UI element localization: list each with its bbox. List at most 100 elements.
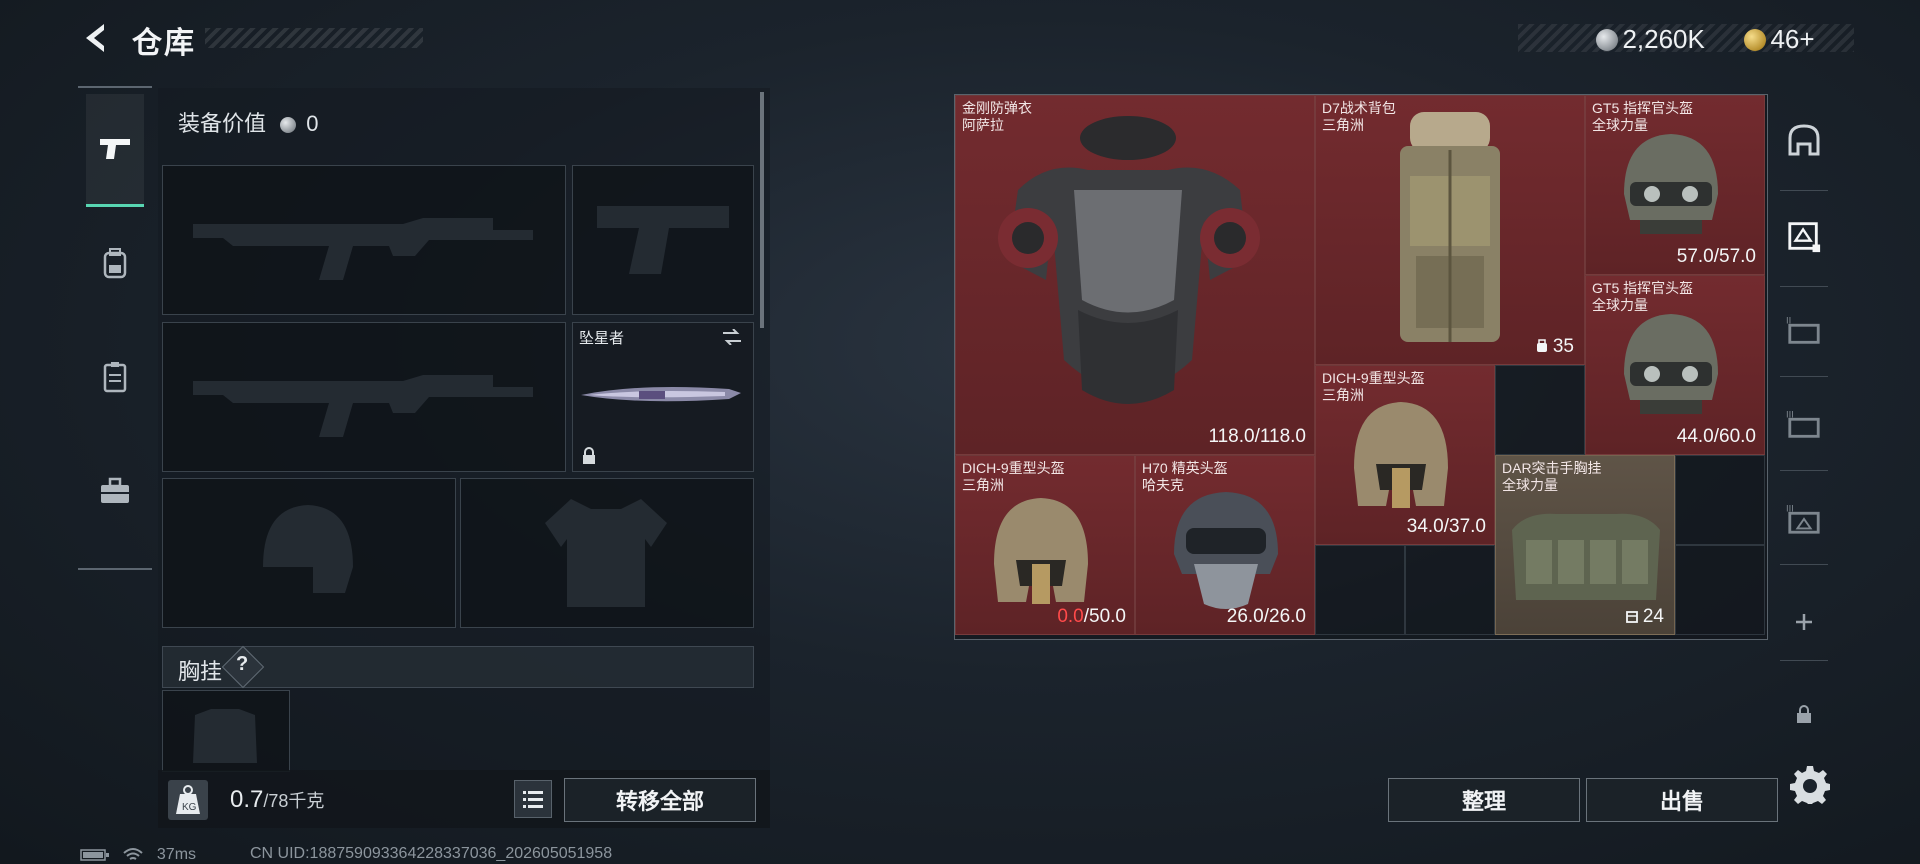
primary-weapon-slot[interactable]	[162, 165, 566, 315]
rail-divider	[1780, 190, 1828, 191]
melee-name: 坠星者	[579, 330, 625, 347]
armor-silhouette-icon	[545, 499, 667, 607]
item-name: DAR突击手胸挂 全球力量	[1502, 460, 1602, 493]
gold-coin-icon	[1744, 28, 1766, 51]
storage-cell[interactable]	[1495, 365, 1585, 455]
rail-divider	[78, 568, 152, 570]
category-rail	[78, 86, 152, 570]
vest-icon	[103, 362, 127, 393]
pistol-icon	[100, 139, 130, 159]
storage-tab-3[interactable]: III	[1786, 406, 1822, 442]
briefcase-icon	[101, 477, 129, 503]
item-helmet-gt5[interactable]: GT5 指挥官头盔 全球力量 57.0/57.0	[1585, 95, 1765, 275]
arch-icon	[1788, 124, 1820, 156]
item-helmet-dich9[interactable]: DICH-9重型头盔 三角洲 34.0/37.0	[1315, 365, 1495, 545]
pistol-silhouette-icon	[597, 206, 729, 274]
sell-button[interactable]: 出售	[1586, 778, 1778, 822]
storage-box-icon: III	[1786, 503, 1820, 534]
helmet-image	[1624, 314, 1718, 414]
settings-button[interactable]	[1790, 764, 1830, 804]
silver-amount: 2,260K	[1622, 24, 1705, 54]
gold-currency[interactable]: 46+	[1744, 24, 1815, 55]
item-durability: 0.0/50.0	[1057, 606, 1126, 627]
page-title: 仓库	[132, 27, 196, 60]
silver-coin-icon	[280, 117, 297, 134]
storage-cell[interactable]	[1315, 545, 1405, 635]
help-mark: ?	[236, 653, 249, 675]
item-helmet-h70[interactable]: H70 精英头盔 哈夫克 26.0/26.0	[1135, 455, 1315, 635]
equipment-scrollbar[interactable]	[760, 92, 764, 328]
storage-tab-rail: II III III	[1776, 94, 1832, 824]
helmet-image	[1354, 402, 1448, 508]
item-helmet-dich9[interactable]: DICH-9重型头盔 三角洲 0.0/50.0	[955, 455, 1135, 635]
back-button[interactable]	[78, 20, 114, 56]
silver-currency: 2,260K	[1596, 24, 1705, 55]
back-arrow-icon	[86, 24, 104, 52]
sidearm-slot[interactable]	[572, 165, 754, 315]
tab-backpack[interactable]	[86, 208, 144, 318]
item-backpack[interactable]: D7战术背包 三角洲 35	[1315, 95, 1585, 365]
lock-icon	[1797, 705, 1811, 723]
rail-divider	[1780, 286, 1828, 287]
melee-blade-image	[581, 387, 741, 402]
storage-tab-1[interactable]	[1786, 218, 1822, 254]
secondary-weapon-slot[interactable]	[162, 322, 566, 472]
storage-tab-home[interactable]	[1786, 122, 1822, 158]
rifle-silhouette-icon	[193, 375, 533, 437]
equipment-value-number: 0	[306, 111, 319, 136]
tab-weapons[interactable]	[86, 94, 144, 207]
item-durability: 57.0/57.0	[1676, 246, 1756, 267]
melee-slot[interactable]: 坠星者	[572, 322, 754, 472]
equipment-value-label: 装备价值	[178, 111, 267, 136]
carry-weight-capacity: /78千克	[263, 791, 325, 811]
battery-icon	[80, 849, 109, 861]
network-status: 37ms	[80, 846, 196, 864]
gold-amount: 46+	[1770, 24, 1815, 54]
uid-text: CN UID:188759093364228337036_20260505195…	[250, 845, 613, 862]
locked-storage-tab[interactable]	[1786, 696, 1822, 732]
carry-weight: 0.7/78千克	[230, 786, 324, 814]
tab-vest[interactable]	[86, 322, 144, 432]
storage-box-icon	[1788, 222, 1821, 253]
storage-cell[interactable]	[1675, 455, 1765, 545]
tab-case[interactable]	[86, 436, 144, 546]
list-view-button[interactable]	[514, 780, 552, 818]
chest-rig-silhouette-icon	[193, 709, 257, 763]
item-helmet-gt5[interactable]: GT5 指挥官头盔 全球力量 44.0/60.0	[1585, 275, 1765, 455]
capacity-icon	[1536, 339, 1547, 352]
list-icon	[523, 791, 543, 808]
add-storage-button[interactable]	[1786, 604, 1822, 640]
storage-tab-2[interactable]: II	[1786, 312, 1822, 348]
storage-grid: 金刚防弹衣 阿萨拉 118.0/118.0 D7战术背包 三角洲 35 GT5 …	[954, 94, 1768, 640]
item-chest-rig-dar[interactable]: DAR突击手胸挂 全球力量 24	[1495, 455, 1675, 635]
body-armor-slot[interactable]	[460, 478, 754, 628]
capacity-icon	[1625, 611, 1638, 623]
chest-rig-image	[1512, 513, 1660, 600]
item-capacity: 24	[1625, 606, 1664, 628]
wifi-icon	[123, 848, 144, 860]
item-body-armor[interactable]: 金刚防弹衣 阿萨拉 118.0/118.0	[955, 95, 1315, 455]
transfer-all-button[interactable]: 转移全部	[564, 778, 756, 822]
chest-rig-label: 胸挂	[178, 659, 223, 684]
storage-box-icon: II	[1786, 315, 1820, 344]
storage-box-icon: III	[1786, 409, 1820, 438]
svg-text:KG: KG	[182, 802, 197, 813]
storage-cell[interactable]	[1405, 545, 1495, 635]
storage-tab-4[interactable]: III	[1786, 500, 1822, 536]
chest-rig-slot[interactable]	[162, 690, 290, 772]
helmet-image	[1624, 134, 1718, 234]
rail-divider	[1780, 376, 1828, 377]
rail-divider	[1780, 470, 1828, 471]
silver-coin-icon	[1596, 28, 1618, 51]
swap-icon[interactable]	[721, 329, 743, 345]
helmet-slot[interactable]	[162, 478, 456, 628]
item-durability: 34.0/37.0	[1406, 516, 1486, 537]
rail-divider	[1780, 660, 1828, 661]
body-armor-image	[998, 116, 1260, 404]
backpack-icon	[103, 248, 127, 279]
equipment-value: 装备价值 0	[178, 106, 319, 138]
storage-cell[interactable]	[1675, 545, 1765, 635]
carry-weight-value: 0.7	[230, 786, 264, 813]
title-decoration	[205, 28, 423, 48]
sort-button[interactable]: 整理	[1388, 778, 1580, 822]
